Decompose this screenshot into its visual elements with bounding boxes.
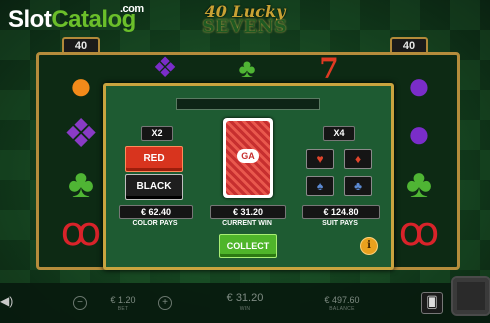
diamonds-icon: ♦: [354, 152, 362, 166]
bet-decrease-button[interactable]: −: [73, 296, 87, 310]
spades-button[interactable]: ♠: [306, 176, 334, 196]
game-logo-bottom: SEVENS: [202, 17, 288, 37]
collect-button[interactable]: COLLECT: [219, 234, 277, 258]
suit-pays-label: SUIT PAYS: [322, 220, 358, 227]
brand-tld: .com: [120, 3, 144, 15]
gamble-panel: X2 X4 RED BLACK GA ♥ ♦ ♠ ♣ € 62.40 COLOR…: [103, 83, 394, 270]
hearts-button[interactable]: ♥: [306, 149, 334, 169]
clubs-button[interactable]: ♣: [344, 176, 372, 196]
speaker-icon[interactable]: ◀): [0, 294, 13, 308]
color-pays-label: COLOR PAYS: [132, 220, 178, 227]
spin-button[interactable]: [451, 276, 490, 316]
seven-icon: 7: [319, 51, 339, 85]
card-history-bar: [176, 98, 320, 110]
balance-label: BALANCE: [329, 306, 355, 312]
win-label: WIN: [239, 306, 251, 312]
color-pays-value: € 62.40: [119, 205, 193, 219]
hearts-icon: ♥: [316, 152, 324, 166]
clover-icon: ♣: [238, 52, 256, 83]
spades-icon: ♠: [316, 179, 324, 193]
game-logo: 40 Lucky SEVENS: [190, 2, 300, 44]
bet-increase-button[interactable]: +: [158, 296, 172, 310]
clubs-icon: ♣: [354, 179, 362, 193]
cherry-icon: ꝏ: [398, 210, 440, 254]
current-win-label: CURRENT WIN: [222, 220, 272, 227]
card-logo: GA: [237, 149, 259, 163]
plum-icon: ❖: [152, 51, 178, 83]
card-back: GA: [226, 121, 270, 195]
color-multiplier: X2: [141, 126, 173, 141]
diamonds-button[interactable]: ♦: [344, 149, 372, 169]
bet-value: € 1.20: [110, 295, 136, 305]
info-button[interactable]: i: [360, 237, 378, 255]
gamble-cards-icon[interactable]: 🂠: [421, 292, 443, 314]
site-watermark-logo: SlotCatalog .com: [8, 3, 144, 34]
face-down-card: GA: [223, 118, 273, 198]
balance-value: € 497.60: [324, 295, 360, 305]
current-win-value: € 31.20: [210, 205, 286, 219]
black-button[interactable]: BLACK: [125, 174, 183, 200]
red-button[interactable]: RED: [125, 146, 183, 172]
win-value: € 31.20: [226, 292, 264, 304]
brand-part-1: Slot: [8, 6, 52, 33]
bet-label: BET: [117, 306, 129, 312]
suit-pays-value: € 124.80: [302, 205, 380, 219]
suit-multiplier: X4: [323, 126, 355, 141]
